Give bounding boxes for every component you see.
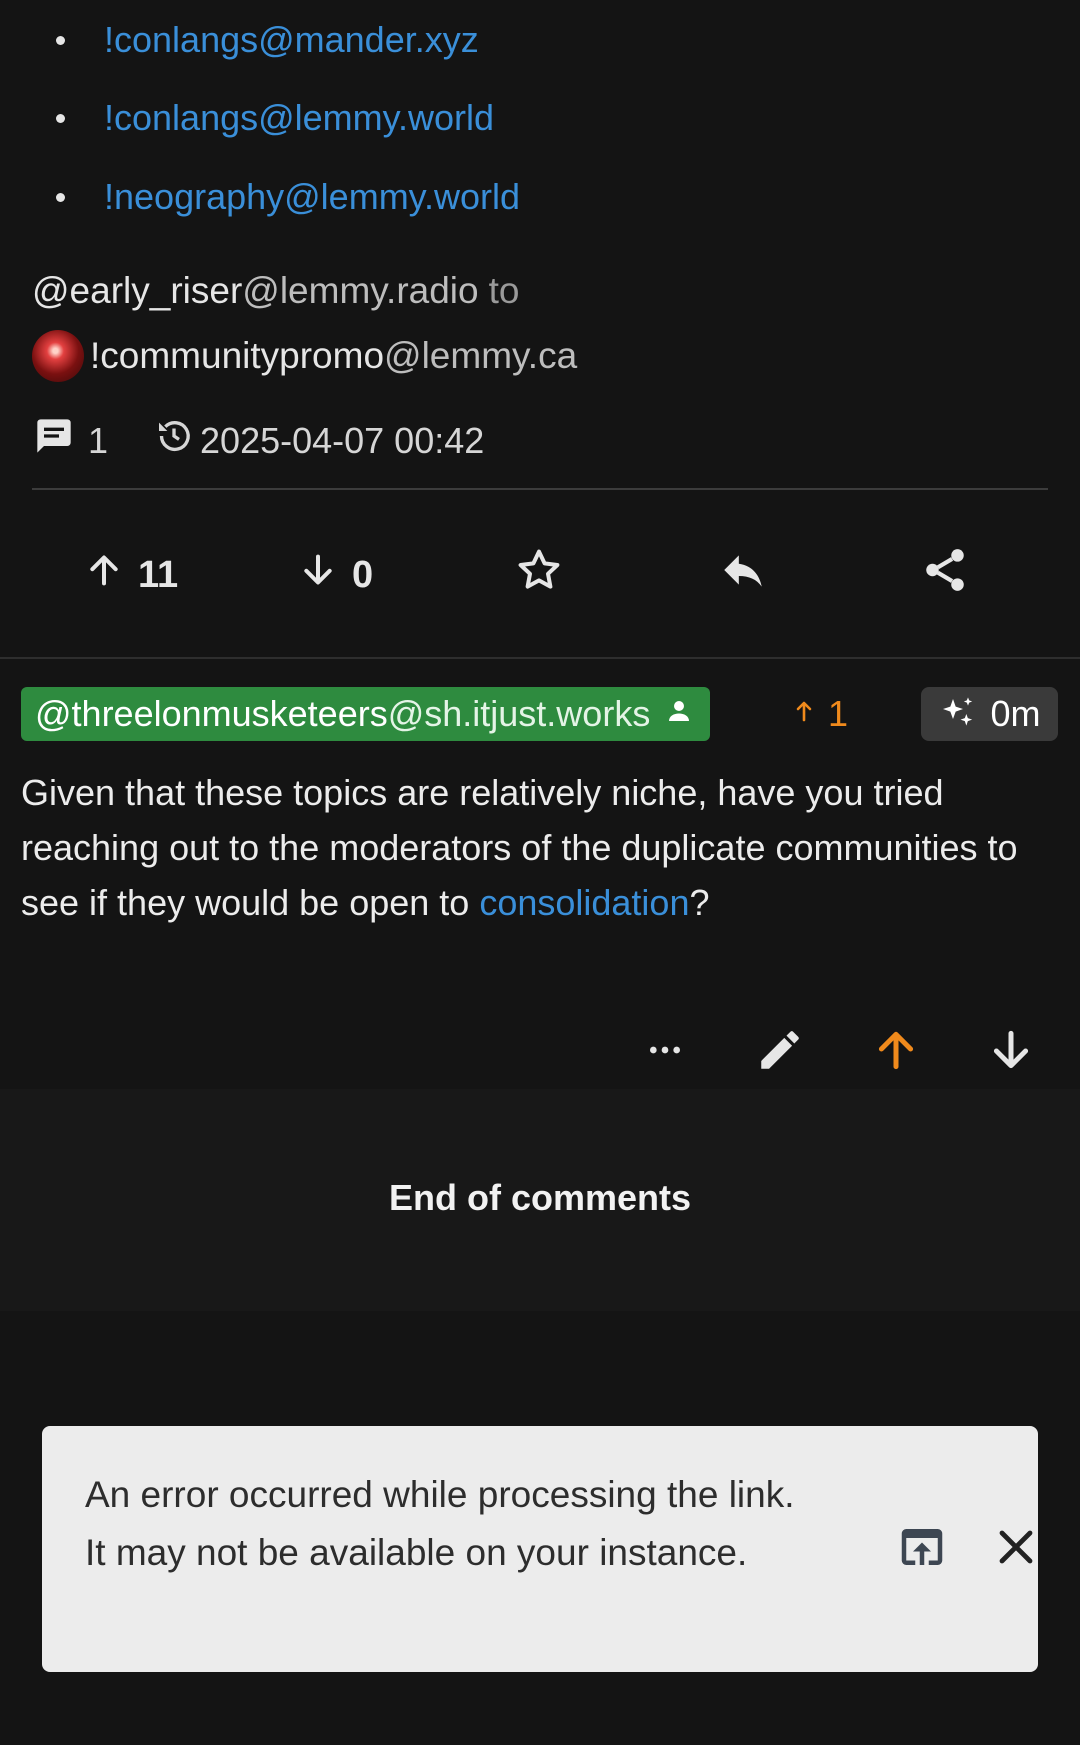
list-item[interactable]: !conlangs@mander.xyz xyxy=(56,10,479,70)
community-avatar[interactable] xyxy=(32,330,84,382)
downvote-count: 0 xyxy=(352,553,374,596)
edit-button[interactable] xyxy=(745,1007,815,1097)
upvote-count: 11 xyxy=(138,553,179,596)
comment-text-tail: ? xyxy=(689,882,710,923)
post-author-line: @early_riser@lemmy.radio to xyxy=(32,270,519,312)
comment-item[interactable]: @threelonmusketeers @sh.itjust.works 1 0m… xyxy=(0,659,1080,1089)
more-button[interactable] xyxy=(630,1007,700,1097)
comment-count: 1 xyxy=(88,419,109,461)
comment-upvote-button[interactable] xyxy=(861,1007,931,1097)
history-icon xyxy=(154,416,194,465)
comment-inline-link[interactable]: consolidation xyxy=(479,882,689,923)
save-button[interactable] xyxy=(515,520,563,630)
comment-actions xyxy=(0,1007,1080,1097)
post-community-line[interactable]: !communitypromo @lemmy.ca xyxy=(32,330,577,382)
author-instance[interactable]: @lemmy.radio xyxy=(242,270,478,311)
author-name[interactable]: @early_riser xyxy=(32,270,242,311)
comment-author-chip[interactable]: @threelonmusketeers @sh.itjust.works xyxy=(21,687,711,741)
share-icon xyxy=(920,545,970,605)
community-link[interactable]: !neography@lemmy.world xyxy=(104,176,520,218)
post-meta: 1 2025-04-07 00:42 xyxy=(34,416,484,465)
open-in-browser-icon xyxy=(895,1520,949,1579)
person-icon xyxy=(664,693,694,735)
comment-score: 1 xyxy=(792,689,848,739)
community-link[interactable]: !conlangs@lemmy.world xyxy=(104,97,494,139)
star-icon xyxy=(515,546,563,604)
sparkle-icon xyxy=(943,697,973,726)
bullet xyxy=(56,113,65,123)
list-item[interactable]: !conlangs@lemmy.world xyxy=(56,88,494,148)
post-actions: 11 0 xyxy=(0,520,1080,630)
close-icon xyxy=(992,1523,1040,1576)
list-item[interactable]: !neography@lemmy.world xyxy=(56,167,520,227)
downvote-button[interactable]: 0 xyxy=(298,520,373,630)
comment-age: 0m xyxy=(990,693,1041,734)
comment-author-instance[interactable]: @sh.itjust.works xyxy=(388,693,651,735)
end-of-comments-label: End of comments xyxy=(388,1177,692,1218)
arrow-down-icon xyxy=(986,1025,1036,1080)
arrow-down-icon xyxy=(298,550,338,600)
pencil-icon xyxy=(755,1025,805,1080)
snackbar-message: An error occurred while processing the l… xyxy=(85,1474,795,1573)
bullet xyxy=(56,192,65,202)
divider xyxy=(32,488,1048,490)
arrow-up-icon xyxy=(871,1025,921,1080)
arrow-up-icon xyxy=(84,550,124,600)
comment-downvote-button[interactable] xyxy=(976,1007,1046,1097)
open-in-browser-button[interactable] xyxy=(882,1509,962,1589)
comment-body: Given that these topics are relatively n… xyxy=(21,765,1061,930)
more-icon xyxy=(645,1030,685,1075)
comment-icon xyxy=(34,416,74,465)
post-section: !conlangs@mander.xyz !conlangs@lemmy.wor… xyxy=(0,0,1080,657)
reply-icon xyxy=(718,545,768,605)
comment-score-value: 1 xyxy=(828,693,849,734)
post-timestamp: 2025-04-07 00:42 xyxy=(200,419,485,461)
end-of-comments-section: End of comments xyxy=(0,1089,1080,1311)
close-snackbar-button[interactable] xyxy=(976,1509,1056,1589)
comment-age-badge: 0m xyxy=(921,687,1058,741)
upvote-button[interactable]: 11 xyxy=(84,520,178,630)
error-snackbar: An error occurred while processing the l… xyxy=(42,1426,1038,1672)
community-name[interactable]: !communitypromo xyxy=(90,335,384,377)
post-detail-screen: !conlangs@mander.xyz !conlangs@lemmy.wor… xyxy=(0,0,1080,1745)
community-instance[interactable]: @lemmy.ca xyxy=(384,335,577,377)
comment-author-name[interactable]: @threelonmusketeers xyxy=(35,693,388,735)
community-link[interactable]: !conlangs@mander.xyz xyxy=(104,19,479,61)
bullet xyxy=(56,35,65,45)
share-button[interactable] xyxy=(920,520,970,630)
arrow-up-icon xyxy=(792,693,816,735)
reply-button[interactable] xyxy=(718,520,768,630)
to-label: to xyxy=(488,270,520,311)
